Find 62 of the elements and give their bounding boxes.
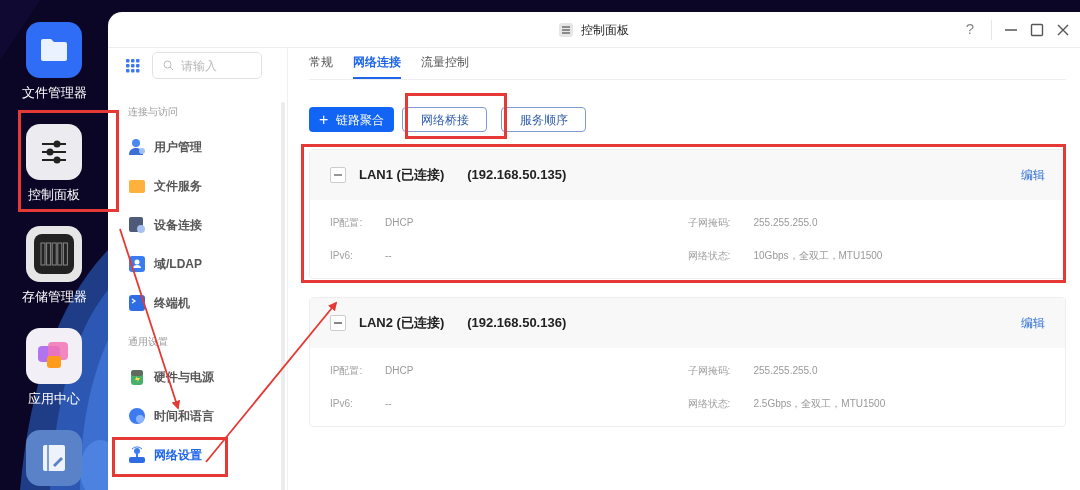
field-label: 网络状态: (687, 397, 732, 411)
notebook-icon[interactable] (26, 430, 82, 486)
field-label: IPv6: (330, 249, 354, 263)
collapse-button[interactable] (330, 315, 346, 331)
field-label: 子网掩码: (687, 216, 732, 230)
field-value: 2.5Gbps，全双工，MTU1500 (753, 397, 886, 411)
app-center-icon[interactable] (26, 328, 82, 384)
sliders-icon (559, 22, 573, 37)
collapse-button[interactable] (330, 167, 346, 183)
sidebar-item[interactable]: 时间和语言 (128, 396, 214, 435)
interface-name: LAN2 (已连接) (359, 314, 445, 333)
field-label: 子网掩码: (687, 364, 732, 378)
folder-icon[interactable] (26, 22, 82, 78)
section-header: 连接与访问 (127, 105, 179, 119)
app-label[interactable]: 应用中心 (28, 390, 80, 408)
sidebar-item[interactable]: 文件服务 (128, 166, 202, 205)
sliders-icon[interactable] (26, 124, 82, 180)
globe-icon (128, 406, 146, 425)
app-label[interactable]: 存储管理器 (21, 288, 87, 306)
interface-name: LAN1 (已连接) (359, 166, 445, 185)
tab[interactable]: 网络连接 (353, 53, 401, 79)
search-field[interactable]: 请输入 (152, 52, 262, 79)
field-label: IP配置: (330, 364, 364, 378)
field-value: 10Gbps，全双工，MTU1500 (753, 249, 883, 263)
terminal-icon (128, 293, 146, 312)
tab[interactable]: 流量控制 (421, 53, 469, 79)
field-value: -- (385, 249, 392, 263)
device-icon (128, 215, 146, 234)
window-title: 控制面板 (581, 21, 629, 39)
edit-link[interactable]: 编辑 (1021, 314, 1045, 332)
field-label: 网络状态: (687, 249, 732, 263)
edit-link[interactable]: 编辑 (1021, 166, 1045, 184)
field-label: IPv6: (330, 397, 354, 411)
sidebar-item[interactable]: 设备连接 (128, 205, 202, 244)
tab[interactable]: 常规 (309, 53, 333, 79)
search-icon (163, 60, 174, 71)
interface-ip: (192.168.50.136) (467, 314, 567, 333)
network-icon (128, 445, 146, 464)
outline-button[interactable]: 服务顺序 (501, 107, 587, 132)
user-icon (128, 137, 146, 156)
sidebar-item[interactable]: 网络设置 (128, 435, 202, 474)
battery-icon (128, 367, 146, 386)
sidebar-item[interactable]: 域/LDAP (128, 244, 202, 283)
app-label[interactable]: 控制面板 (28, 186, 80, 204)
field-label: IP配置: (330, 216, 364, 230)
interface-ip: (192.168.50.135) (467, 166, 567, 185)
field-value: 255.255.255.0 (753, 364, 818, 378)
drive-bay-icon[interactable] (26, 226, 82, 282)
link-aggregation-button[interactable]: + 链路聚合 (309, 107, 395, 132)
help-button[interactable]: ? (961, 18, 979, 41)
sidebar-item[interactable]: 用户管理 (128, 127, 202, 166)
contact-card-icon (128, 254, 146, 273)
app-label[interactable]: 文件管理器 (21, 84, 87, 102)
field-value: DHCP (385, 216, 414, 230)
field-value: DHCP (385, 364, 414, 378)
sidebar-item[interactable]: 终端机 (128, 283, 190, 322)
close-icon[interactable] (1056, 22, 1070, 37)
outline-button[interactable]: 网络桥接 (402, 107, 488, 132)
app-grid-icon[interactable] (126, 58, 140, 73)
field-value: -- (385, 397, 392, 411)
maximize-icon[interactable] (1030, 22, 1044, 37)
field-value: 255.255.255.0 (753, 216, 818, 230)
